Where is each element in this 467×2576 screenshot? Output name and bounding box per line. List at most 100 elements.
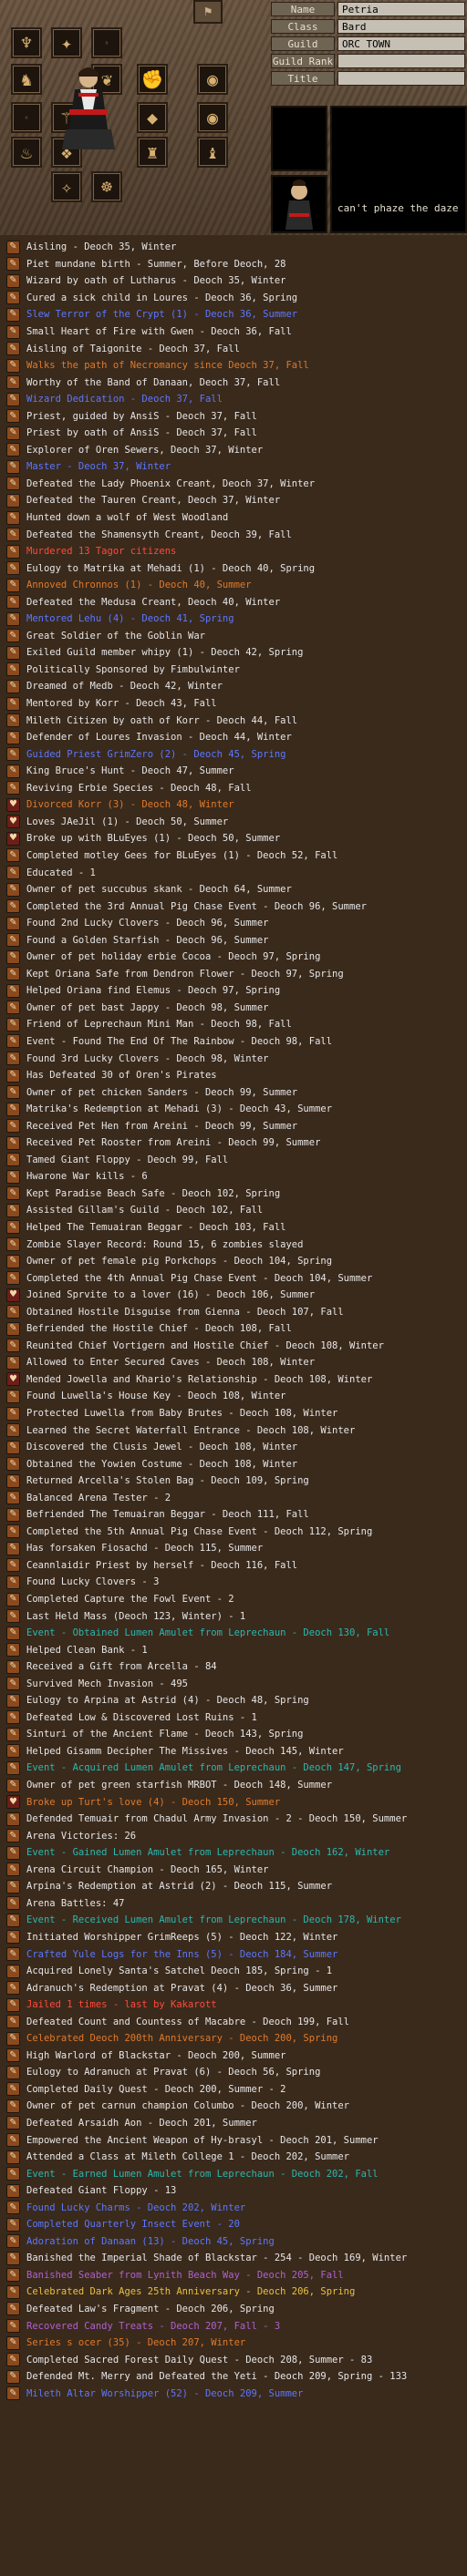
legend-mark: ✎ Helped Oriana find Elemus - Deoch 97, S…: [0, 982, 467, 1000]
scroll-icon: ✎: [6, 1659, 20, 1674]
scroll-icon: ✎: [6, 578, 20, 592]
equip-slot-earring[interactable]: ·: [11, 102, 42, 133]
legend-mark: ✎ Defended Mt. Merry and Defeated the Yet…: [0, 2368, 467, 2386]
legend-mark: ✎ Owner of pet female pig Porkchops - Deo…: [0, 1253, 467, 1270]
scroll-icon: ✎: [6, 747, 20, 762]
legend-mark-text: Loves JAeJil (1) - Deoch 50, Summer: [26, 816, 229, 827]
legend-mark: ✎ Event - Obtained Lumen Amulet from Lepr…: [0, 1625, 467, 1642]
legend-mark: ✎ Friend of Leprechaun Mini Man - Deoch 9…: [0, 1016, 467, 1033]
legend-mark: ✎ Worthy of the Band of Danaan, Deoch 37,…: [0, 374, 467, 391]
legend-mark: ✎ King Bruce's Hunt - Deoch 47, Summer: [0, 763, 467, 780]
legend-mark-text: Helped Gisamm Decipher The Missives - De…: [26, 1745, 344, 1757]
legend-mark-text: Survived Mech Invasion - 495: [26, 1678, 189, 1689]
legend-mark: ✎ Completed the 4th Annual Pig Chase Even…: [0, 1269, 467, 1287]
legend-mark-text: Defeated Low & Discovered Lost Ruins - 1: [26, 1711, 257, 1723]
legend-tab-button[interactable]: ⚑: [193, 0, 223, 24]
legend-mark-text: Banished the Imperial Shade of Blackstar…: [26, 2253, 408, 2264]
legend-mark: ✎ Has forsaken Fiosachd - Deoch 115, Summ…: [0, 1540, 467, 1557]
legend-mark: ✎ Assisted Gillam's Guild - Deoch 102, Fa…: [0, 1202, 467, 1219]
scroll-icon: ✎: [6, 1879, 20, 1894]
equip-slot-helm[interactable]: ·: [91, 27, 122, 58]
equip-slot-necklace[interactable]: ♆: [11, 27, 42, 58]
scroll-icon: ✎: [6, 1203, 20, 1217]
equip-slot-overcoat[interactable]: ♜: [137, 137, 168, 168]
equip-slot-boots[interactable]: ♨: [11, 137, 42, 168]
legend-mark: ✎ Defeated the Tauren Creant, Deoch 37, W…: [0, 492, 467, 509]
legend-list[interactable]: ✎ Aisling - Deoch 35, Winter ✎ Piet mundane…: [0, 239, 467, 2402]
legend-mark-text: Defeated the Shamensyth Creant, Deoch 39…: [26, 529, 292, 540]
legend-mark: ✎ Owner of pet chicken Sanders - Deoch 99…: [0, 1083, 467, 1101]
class-label: Class: [271, 19, 335, 34]
scroll-icon: ✎: [6, 257, 20, 272]
scroll-icon: ✎: [6, 1491, 20, 1505]
legend-mark-text: Discovered the Clusis Jewel - Deoch 108,…: [26, 1442, 298, 1453]
equip-slot-gauntlet[interactable]: ✊: [137, 64, 168, 95]
equip-slot-gem[interactable]: ✧: [51, 171, 82, 202]
legend-mark: ✎ Hwarone War kills - 6: [0, 1168, 467, 1185]
legend-mark: ✎ Mentored by Korr - Deoch 43, Fall: [0, 695, 467, 713]
character-panel: ♆ ✦ · ♞ ❦ ✊ ◉ · ⚚ ◆ ◉ ♨ ❖ ♜ ♝ ✧ ☸ ⚑ Name…: [0, 0, 467, 235]
legend-mark: ✎ Befriended the Hostile Chief - Deoch 10…: [0, 1320, 467, 1338]
legend-mark-text: Assisted Gillam's Guild - Deoch 102, Fal…: [26, 1205, 264, 1216]
necklace-icon: ♆: [20, 32, 33, 54]
legend-mark-text: Empowered the Ancient Weapon of Hy-brasy…: [26, 2134, 379, 2146]
scroll-icon: ✎: [6, 2234, 20, 2249]
legend-mark: ✎ Annoved Chronnos (1) - Deoch 40, Summer: [0, 577, 467, 594]
boots-icon: ♨: [20, 141, 33, 163]
avatar-box: [271, 175, 327, 233]
equip-slot-belt[interactable]: ◆: [137, 102, 168, 133]
legend-mark: ✎ Explorer of Oren Sewers, Deoch 37, Wint…: [0, 442, 467, 459]
empty-slot-icon: ·: [100, 32, 113, 54]
legend-mark-text: Recovered Candy Treats - Deoch 207, Fall…: [26, 2320, 281, 2332]
character-sprite-icon: [62, 67, 115, 149]
equip-slot-ring-1[interactable]: ◉: [197, 64, 228, 95]
scroll-icon: ✎: [6, 324, 20, 339]
legend-mark-text: Reviving Erbie Species - Deoch 48, Fall: [26, 782, 252, 794]
legend-mark: ✎ Completed Sacred Forest Daily Quest - D…: [0, 2351, 467, 2368]
legend-mark-text: Found Lucky Clovers - 3: [26, 1576, 160, 1588]
legend-mark-text: Owner of pet chicken Sanders - Deoch 99,…: [26, 1086, 298, 1098]
scroll-icon: ✎: [6, 1001, 20, 1015]
equip-slot-weapon[interactable]: ✦: [51, 27, 82, 58]
equip-slot-accessory[interactable]: ♝: [197, 137, 228, 168]
legend-mark-text: Event - Gained Lumen Amulet from Leprech…: [26, 1847, 390, 1859]
legend-mark-text: Banished Seaber from Lynith Beach Way - …: [26, 2269, 344, 2281]
scroll-icon: ✎: [6, 1237, 20, 1252]
legend-mark: ✎ Helped The Temuairan Beggar - Deoch 103…: [0, 1219, 467, 1237]
scroll-icon: ✎: [6, 2167, 20, 2181]
scroll-icon: ✎: [6, 1017, 20, 1031]
legend-mark-text: Guided Priest GrimZero (2) - Deoch 45, S…: [26, 748, 286, 760]
legend-mark: ✎ Defeated Law's Fragment - Deoch 206, Sp…: [0, 2301, 467, 2318]
legend-mark-text: Broke up Turt's love (4) - Deoch 150, Su…: [26, 1796, 281, 1808]
legend-mark: ✎ Adranuch's Redemption at Pravat (4) - D…: [0, 1979, 467, 1996]
scroll-icon: ✎: [6, 1592, 20, 1606]
legend-mark: ♥ Mended Jowella and Khario's Relationshi…: [0, 1371, 467, 1389]
scroll-icon: ✎: [6, 240, 20, 254]
legend-mark: ✎ Hunted down a wolf of West Woodland: [0, 509, 467, 527]
legend-mark-text: Defeated the Tauren Creant, Deoch 37, Wi…: [26, 495, 281, 507]
equip-slot-ring-2[interactable]: ◉: [197, 102, 228, 133]
legend-mark-text: Exiled Guild member whipy (1) - Deoch 42…: [26, 647, 304, 659]
legend-mark: ✎ Completed Daily Quest - Deoch 200, Summ…: [0, 2081, 467, 2099]
legend-mark-text: Helped Clean Bank - 1: [26, 1644, 148, 1656]
scroll-icon: ✎: [6, 899, 20, 914]
legend-mark: ✎ Owner of pet holiday erbie Cocoa - Deoc…: [0, 949, 467, 966]
legend-mark: ✎ Owner of pet green starfish MRBOT - Deo…: [0, 1777, 467, 1794]
legend-mark-text: Wizard by oath of Lutharus - Deoch 35, W…: [26, 275, 286, 287]
equip-slot-armor[interactable]: ♞: [11, 64, 42, 95]
legend-mark-text: Worthy of the Band of Danaan, Deoch 37, …: [26, 376, 281, 388]
legend-mark: ✎ Attended a Class at Mileth College 1 - …: [0, 2149, 467, 2166]
equip-slot-charm[interactable]: ☸: [91, 171, 122, 202]
guild-rank-value: [337, 54, 465, 68]
scroll-icon: ✎: [6, 426, 20, 440]
scroll-icon: ✎: [6, 1710, 20, 1725]
scroll-icon: ✎: [6, 1863, 20, 1877]
scroll-icon: ✎: [6, 493, 20, 508]
legend-mark: ✎ Guided Priest GrimZero (2) - Deoch 45, …: [0, 745, 467, 763]
scroll-icon: ✎: [6, 1085, 20, 1100]
legend-mark: ✎ Piet mundane birth - Summer, Before Deo…: [0, 256, 467, 273]
legend-mark-text: Aisling of Taigonite - Deoch 37, Fall: [26, 343, 240, 354]
legend-mark: ✎ Adoration of Danaan (13) - Deoch 45, Sp…: [0, 2233, 467, 2251]
scroll-icon: ✎: [6, 696, 20, 711]
legend-mark-text: Mileth Citizen by oath of Korr - Deoch 4…: [26, 714, 298, 726]
